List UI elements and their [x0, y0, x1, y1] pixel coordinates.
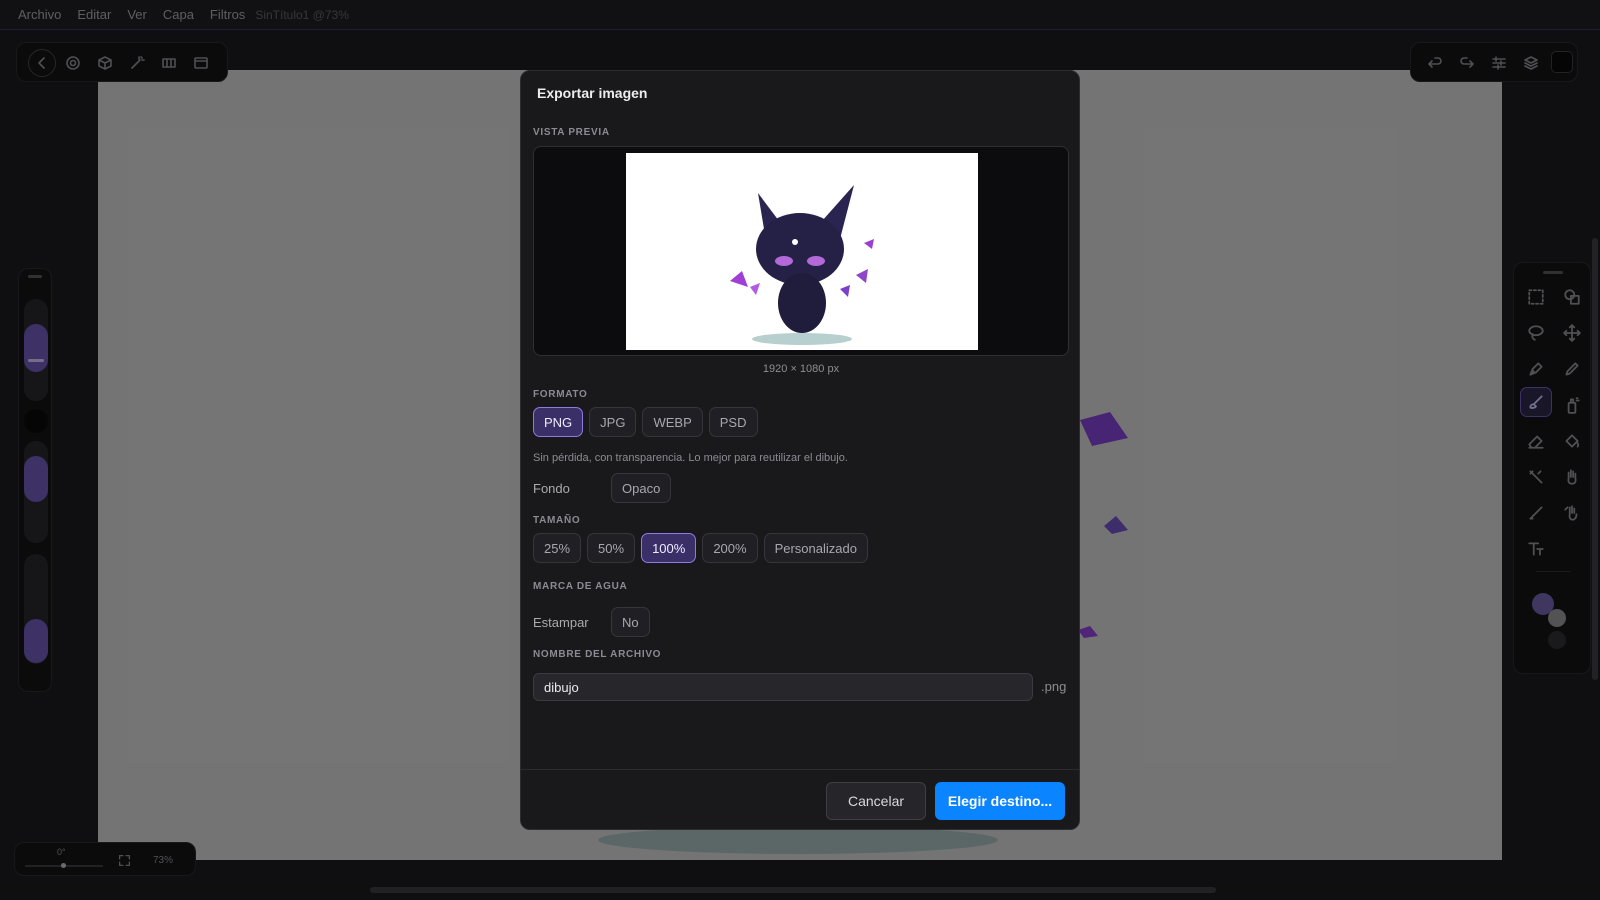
preview-image	[626, 153, 978, 350]
art-crystal-shape	[750, 283, 760, 295]
dialog-footer-divider	[521, 769, 1079, 770]
format-png-button[interactable]: PNG	[533, 407, 584, 437]
preview-frame	[533, 146, 1069, 356]
size-25-button[interactable]: 25%	[533, 533, 582, 563]
background-toggle-button[interactable]: Opaco	[611, 473, 672, 503]
art-left-eye-shape	[775, 256, 793, 266]
format-hint: Sin pérdida, con transparencia. Lo mejor…	[533, 452, 848, 464]
size-options: 25% 50% 100% 200% Personalizado	[533, 533, 868, 563]
dialog-title: Exportar imagen	[537, 85, 648, 101]
art-sparkle-shape	[792, 239, 798, 245]
art-crystal-shape	[864, 239, 874, 249]
stamp-label: Estampar	[533, 615, 589, 630]
format-label: FORMATO	[533, 389, 588, 400]
art-crystal-shape	[840, 285, 850, 297]
size-50-button[interactable]: 50%	[587, 533, 636, 563]
art-shadow-shape	[752, 333, 852, 345]
art-crystal-shape	[730, 271, 748, 287]
art-crystal-shape	[856, 269, 868, 283]
art-right-eye-shape	[807, 256, 825, 266]
watermark-label: MARCA DE AGUA	[533, 581, 628, 592]
format-webp-button[interactable]: WEBP	[642, 407, 703, 437]
size-100-button[interactable]: 100%	[641, 533, 697, 563]
format-psd-button[interactable]: PSD	[708, 407, 758, 437]
format-options: PNG JPG WEBP PSD	[533, 407, 758, 437]
art-body-shape	[778, 273, 826, 333]
file-extension: .png	[1041, 679, 1067, 694]
stamp-toggle-button[interactable]: No	[611, 607, 650, 637]
size-200-button[interactable]: 200%	[702, 533, 758, 563]
size-label: TAMAÑO	[533, 515, 581, 526]
size-custom-button[interactable]: Personalizado	[763, 533, 868, 563]
cancel-button[interactable]: Cancelar	[826, 782, 926, 820]
preview-label: VISTA PREVIA	[533, 127, 610, 138]
choose-destination-button[interactable]: Elegir destino...	[935, 782, 1065, 820]
filename-input[interactable]	[533, 673, 1033, 701]
preview-dimensions: 1920 × 1080 px	[762, 363, 840, 375]
preview-artwork	[730, 185, 874, 345]
format-jpg-button[interactable]: JPG	[589, 407, 637, 437]
filename-label: NOMBRE DEL ARCHIVO	[533, 649, 662, 660]
background-label: Fondo	[533, 481, 570, 496]
export-dialog: Exportar imagen VISTA PREVIA 1920 × 1080…	[520, 70, 1080, 830]
